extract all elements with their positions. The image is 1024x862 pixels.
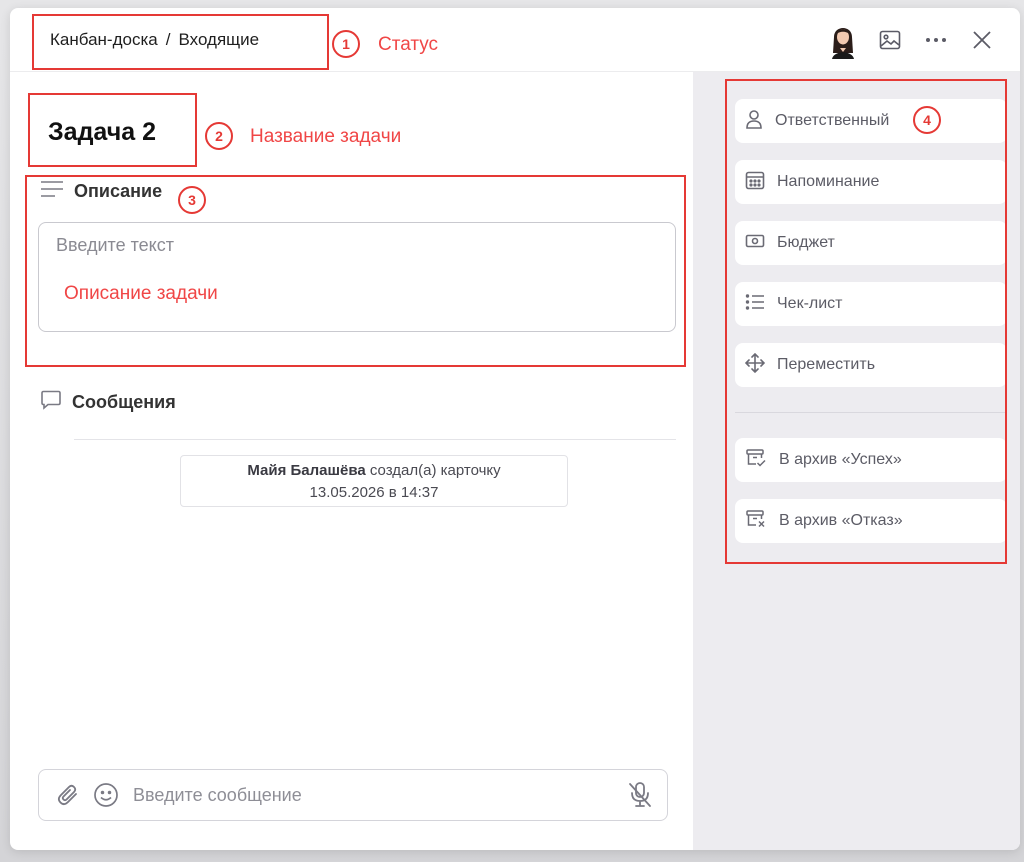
event-timestamp: 13.05.2026 в 14:37 <box>309 484 439 501</box>
chat-bubble-icon <box>40 390 62 415</box>
annotation-label-title: Название задачи <box>250 126 402 147</box>
attach-icon[interactable] <box>53 780 83 810</box>
card-created-event: Майя Балашёва создал(а) карточку 13.05.2… <box>180 455 568 507</box>
annotation-label-status: Статус <box>378 34 439 55</box>
event-action: создал(а) карточку <box>369 462 501 479</box>
annotation-box-title <box>28 93 197 167</box>
header-actions <box>828 20 996 60</box>
close-icon[interactable] <box>968 26 996 54</box>
message-input[interactable] <box>133 784 625 806</box>
messages-heading-label: Сообщения <box>72 392 176 412</box>
messages-divider <box>74 439 676 440</box>
annotation-number-4: 4 <box>913 106 941 134</box>
annotation-number-1: 1 <box>332 30 360 58</box>
annotation-box-description <box>25 175 686 367</box>
mic-off-icon[interactable] <box>625 780 655 810</box>
event-author: Майя Балашёва <box>247 462 366 479</box>
annotation-box-sidebar <box>725 79 1007 564</box>
annotation-label-description: Описание задачи <box>64 283 218 304</box>
more-icon[interactable] <box>922 26 950 54</box>
image-icon[interactable] <box>876 26 904 54</box>
annotation-number-3: 3 <box>178 186 206 214</box>
annotation-box-status <box>32 14 329 70</box>
annotation-number-2: 2 <box>205 122 233 150</box>
avatar[interactable] <box>828 21 858 59</box>
messages-heading: Сообщения <box>40 390 176 415</box>
message-composer <box>38 769 668 821</box>
emoji-icon[interactable] <box>91 780 121 810</box>
